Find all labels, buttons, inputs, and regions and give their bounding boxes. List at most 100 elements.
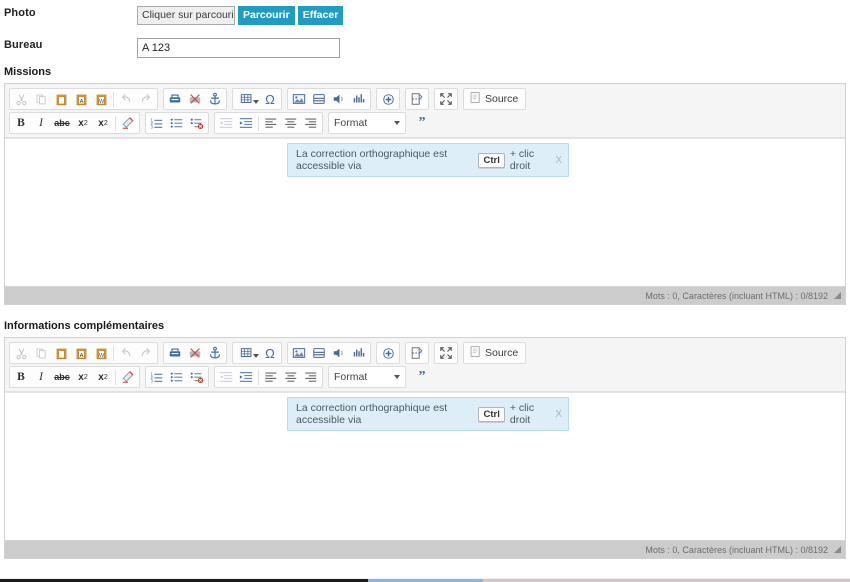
link-icon[interactable] <box>166 90 184 109</box>
toolbar-separator <box>115 115 116 131</box>
notice-key: Ctrl <box>478 406 505 422</box>
indent-icon[interactable] <box>237 114 255 133</box>
indent-icon[interactable] <box>237 368 255 387</box>
italic-icon[interactable]: I <box>32 114 50 133</box>
blockquote-icon[interactable]: ” <box>412 114 432 133</box>
undo-icon[interactable] <box>117 344 135 363</box>
maximize-icon[interactable] <box>437 344 455 363</box>
toolgroup-lists: 123 <box>145 366 209 388</box>
redo-icon[interactable] <box>137 90 155 109</box>
image-icon[interactable] <box>290 344 308 363</box>
paste-word-icon[interactable]: W <box>92 90 110 109</box>
toolbar-separator <box>113 91 114 107</box>
page-break-icon[interactable] <box>408 344 426 363</box>
toolgroup-media <box>287 88 371 110</box>
toolbar-separator <box>258 369 259 385</box>
todo-list-icon[interactable] <box>188 368 206 387</box>
editor-content-informations[interactable]: La correction orthographique est accessi… <box>5 392 845 540</box>
align-center-icon[interactable] <box>282 368 300 387</box>
toolgroup-source: Source <box>463 342 527 364</box>
anchor-icon[interactable] <box>206 344 224 363</box>
insert-plus-icon[interactable] <box>379 344 397 363</box>
close-icon[interactable]: X <box>555 409 562 420</box>
outdent-icon[interactable] <box>217 368 235 387</box>
table-icon[interactable] <box>235 90 259 109</box>
close-icon[interactable]: X <box>555 155 562 166</box>
remove-format-icon[interactable] <box>119 368 137 387</box>
superscript-icon[interactable]: x2 <box>94 368 112 387</box>
svg-text:W: W <box>98 352 104 358</box>
paste-icon[interactable] <box>52 344 70 363</box>
bulleted-list-icon[interactable] <box>168 114 186 133</box>
toolbar-row-2: B I abc x2 x2 1 2 3 Format ” <box>7 365 843 389</box>
flash-icon[interactable] <box>310 90 328 109</box>
format-dropdown[interactable]: Format <box>328 112 406 134</box>
image-icon[interactable] <box>290 90 308 109</box>
remove-format-icon[interactable] <box>119 114 137 133</box>
svg-text:3: 3 <box>150 378 153 383</box>
blockquote-icon[interactable]: ” <box>412 368 432 387</box>
bold-icon[interactable]: B <box>12 114 30 133</box>
copy-icon[interactable] <box>32 90 50 109</box>
align-center-icon[interactable] <box>282 114 300 133</box>
toolgroup-basic-styles: B I abc x2 x2 <box>9 112 140 134</box>
redo-icon[interactable] <box>137 344 155 363</box>
subscript-icon[interactable]: x2 <box>74 114 92 133</box>
align-left-icon[interactable] <box>262 114 280 133</box>
cut-icon[interactable] <box>12 344 30 363</box>
toolgroup-maximize <box>434 342 458 364</box>
audio-icon[interactable] <box>330 90 348 109</box>
clear-button[interactable]: Effacer <box>297 6 344 25</box>
paste-word-icon[interactable]: W <box>92 344 110 363</box>
sound-icon[interactable] <box>350 90 368 109</box>
toolbar-separator <box>113 345 114 361</box>
unlink-icon[interactable] <box>186 90 204 109</box>
source-button[interactable]: Source <box>465 90 524 109</box>
italic-icon[interactable]: I <box>32 368 50 387</box>
editor-missions: A W Ω Source B I abc x 2 x 2 1 2 3 Forma… <box>4 83 846 305</box>
align-left-icon[interactable] <box>262 368 280 387</box>
maximize-icon[interactable] <box>437 90 455 109</box>
table-icon[interactable] <box>235 344 259 363</box>
unlink-icon[interactable] <box>186 344 204 363</box>
align-right-icon[interactable] <box>302 368 320 387</box>
numbered-list-icon[interactable]: 123 <box>148 114 166 133</box>
copy-icon[interactable] <box>32 344 50 363</box>
cut-icon[interactable] <box>12 90 30 109</box>
todo-list-icon[interactable] <box>188 114 206 133</box>
special-char-icon[interactable]: Ω <box>261 344 279 363</box>
bold-icon[interactable]: B <box>12 368 30 387</box>
audio-icon[interactable] <box>330 344 348 363</box>
undo-icon[interactable] <box>117 90 135 109</box>
special-char-icon[interactable]: Ω <box>261 90 279 109</box>
resize-grip[interactable] <box>834 292 841 299</box>
insert-plus-icon[interactable] <box>379 90 397 109</box>
sub-sup-glyph: 2 <box>83 373 88 381</box>
photo-file-input[interactable]: Cliquer sur parcourir <box>137 6 235 25</box>
paste-icon[interactable] <box>52 90 70 109</box>
anchor-icon[interactable] <box>206 90 224 109</box>
toolgroup-media <box>287 342 371 364</box>
paste-text-icon[interactable]: A <box>72 90 90 109</box>
numbered-list-icon[interactable]: 123 <box>148 368 166 387</box>
superscript-icon[interactable]: x2 <box>94 114 112 133</box>
format-dropdown-label: Format <box>334 371 368 383</box>
strikethrough-icon[interactable]: abc <box>52 368 72 387</box>
format-dropdown[interactable]: Format <box>328 366 406 388</box>
bureau-input[interactable] <box>137 38 340 58</box>
align-right-icon[interactable] <box>302 114 320 133</box>
editor-content-missions[interactable]: La correction orthographique est accessi… <box>5 138 845 286</box>
paste-text-icon[interactable]: A <box>72 344 90 363</box>
link-icon[interactable] <box>166 344 184 363</box>
subscript-icon[interactable]: x2 <box>74 368 92 387</box>
browse-button[interactable]: Parcourir <box>238 6 295 25</box>
page-break-icon[interactable] <box>408 90 426 109</box>
notice-key: Ctrl <box>478 152 505 168</box>
flash-icon[interactable] <box>310 344 328 363</box>
resize-grip[interactable] <box>834 546 841 553</box>
bulleted-list-icon[interactable] <box>168 368 186 387</box>
outdent-icon[interactable] <box>217 114 235 133</box>
sound-icon[interactable] <box>350 344 368 363</box>
source-button[interactable]: Source <box>465 344 524 363</box>
strikethrough-icon[interactable]: abc <box>52 114 72 133</box>
